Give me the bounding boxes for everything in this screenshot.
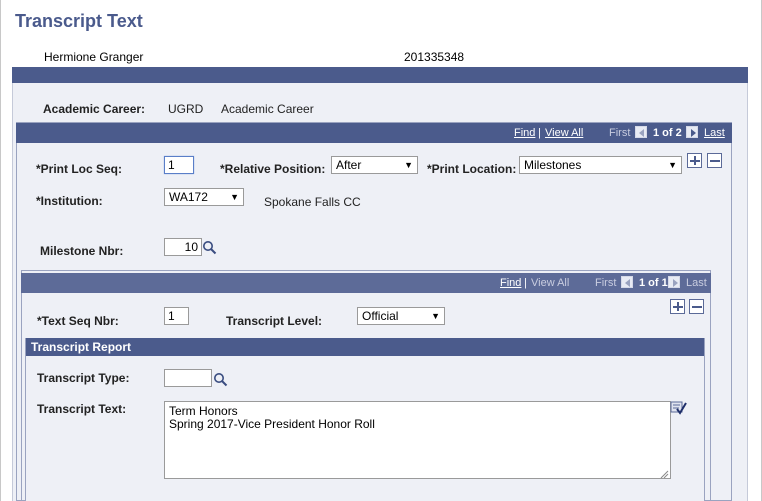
transcript-text-area[interactable]: Term Honors Spring 2017-Vice President H… [164, 401, 671, 479]
student-name: Hermione Granger [44, 50, 144, 64]
search-icon[interactable] [213, 372, 228, 390]
inner-prev-arrow-icon [621, 276, 633, 288]
institution-name: Spokane Falls CC [264, 195, 361, 209]
chevron-down-icon: ▼ [431, 311, 440, 321]
inner-last-label: Last [686, 277, 707, 289]
text-seq-nbr-input[interactable]: 1 [164, 307, 189, 325]
transcript-level-value: Official [362, 309, 399, 323]
add-text-row-button[interactable] [670, 299, 685, 314]
inner-find-link[interactable]: Find [500, 277, 521, 289]
academic-career-description: Academic Career [221, 102, 314, 116]
outer-last-link[interactable]: Last [704, 127, 725, 139]
relative-position-select[interactable]: After ▼ [331, 156, 418, 174]
inner-view-all-label: View All [531, 277, 570, 289]
institution-select[interactable]: WA172 ▼ [164, 188, 244, 206]
outer-prev-arrow-icon[interactable] [635, 126, 647, 138]
outer-next-arrow-icon[interactable] [686, 126, 698, 138]
delete-row-button[interactable] [707, 153, 722, 168]
institution-label: *Institution: [36, 194, 103, 208]
milestone-nbr-input[interactable]: 10 [164, 238, 202, 256]
inner-record-count: 1 of 1 [639, 277, 668, 289]
transcript-report-header: Transcript Report [26, 338, 704, 356]
inner-next-arrow-icon [668, 276, 680, 288]
chevron-down-icon: ▼ [404, 160, 413, 170]
print-loc-seq-label: *Print Loc Seq: [36, 162, 123, 176]
search-icon[interactable] [202, 240, 217, 258]
print-location-value: Milestones [524, 158, 582, 172]
relative-position-value: After [336, 158, 362, 172]
transcript-text-label: Transcript Text: [37, 402, 127, 416]
outer-view-all-link[interactable]: View All [545, 127, 583, 139]
inner-nav-separator: | [524, 277, 527, 289]
spell-check-icon[interactable] [670, 400, 688, 419]
academic-career-code: UGRD [168, 102, 204, 116]
text-seq-nbr-label: *Text Seq Nbr: [37, 314, 119, 328]
chevron-down-icon: ▼ [668, 160, 677, 170]
print-location-select[interactable]: Milestones ▼ [519, 156, 682, 174]
transcript-type-label: Transcript Type: [37, 371, 130, 385]
page-title: Transcript Text [15, 11, 143, 31]
print-location-label: *Print Location: [427, 162, 517, 176]
outer-find-link[interactable]: Find [514, 127, 535, 139]
outer-first-label: First [609, 127, 631, 139]
academic-career-label: Academic Career: [43, 102, 146, 116]
outer-record-count: 1 of 2 [653, 127, 682, 139]
milestone-nbr-label: Milestone Nbr: [40, 244, 124, 258]
transcript-type-input[interactable] [164, 369, 212, 387]
inner-nav-bar: Find | View All First 1 of 1 Last [21, 273, 711, 293]
print-loc-seq-input[interactable]: 1 [164, 156, 194, 174]
student-id: 201335348 [404, 50, 465, 64]
chevron-down-icon: ▼ [230, 192, 239, 202]
outer-nav-separator: | [538, 127, 541, 139]
resize-grip-icon[interactable] [659, 468, 669, 482]
header-divider-bar [12, 67, 748, 83]
add-row-button[interactable] [687, 153, 702, 168]
inner-first-label: First [595, 277, 617, 289]
outer-nav-bar: Find | View All First 1 of 2 Last [16, 123, 732, 143]
institution-value: WA172 [169, 190, 208, 204]
transcript-level-select[interactable]: Official ▼ [357, 307, 445, 325]
delete-text-row-button[interactable] [689, 299, 704, 314]
relative-position-label: *Relative Position: [220, 162, 326, 176]
transcript-level-label: Transcript Level: [226, 314, 323, 328]
